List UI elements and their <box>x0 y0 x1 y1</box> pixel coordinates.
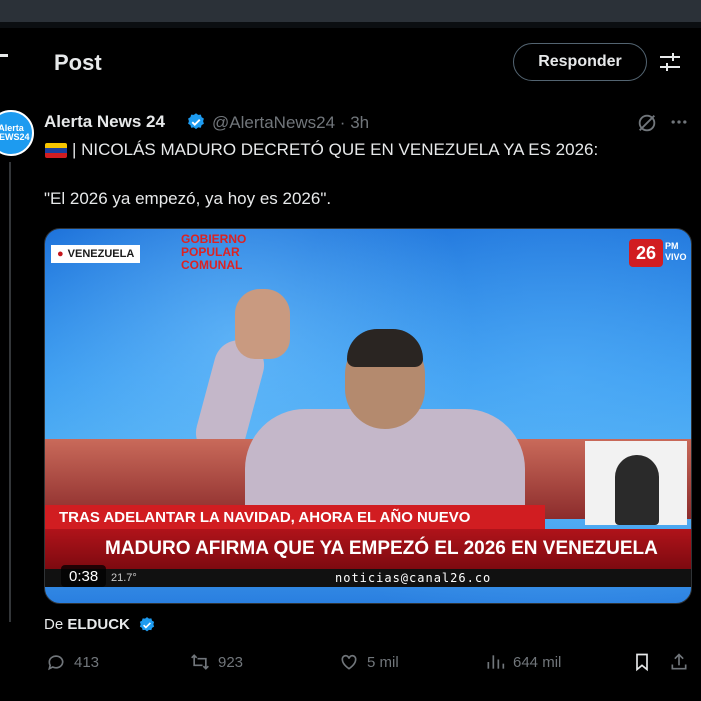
tweet-text-line-1: | NICOLÁS MADURO DECRETÓ QUE EN VENEZUEL… <box>72 140 599 159</box>
video-player[interactable]: ● VENEZUELA GOBIERNO POPULAR COMUNAL 26 … <box>44 228 692 604</box>
thread-line <box>9 162 11 622</box>
sign-interpreter-inset <box>585 441 687 525</box>
like-count: 5 mil <box>367 653 399 671</box>
repost-action[interactable]: 923 <box>190 652 243 672</box>
video-source[interactable]: De ELDUCK <box>44 616 130 633</box>
news-ticker: 21.7° noticias@canal26.co <box>45 569 691 587</box>
channel-logo: 26 PM VIVO <box>629 237 687 271</box>
grok-icon[interactable] <box>636 112 658 134</box>
views-count: 644 mil <box>513 653 562 671</box>
ticker-email: noticias@canal26.co <box>335 571 492 585</box>
tweet-text-line-2: "El 2026 ya empezó, ya hoy es 2026". <box>44 189 332 208</box>
browser-top-bar <box>0 0 701 22</box>
video-person-hand <box>235 289 290 359</box>
share-action[interactable] <box>669 652 689 672</box>
reply-button[interactable]: Responder <box>513 43 647 81</box>
post-header: Post Responder <box>0 28 701 100</box>
sliders-icon[interactable] <box>658 50 682 74</box>
location-label: VENEZUELA <box>67 248 135 260</box>
page-title: Post <box>54 50 102 75</box>
bookmark-action[interactable] <box>632 652 652 672</box>
verified-badge-icon <box>188 113 204 130</box>
reply-icon <box>48 655 64 671</box>
views-chart-icon <box>487 655 505 669</box>
source-verified-icon <box>139 617 155 632</box>
video-duration: 0:38 <box>61 565 107 587</box>
reply-count: 413 <box>74 653 100 671</box>
ticker-temperature: 21.7° <box>111 572 137 584</box>
repost-icon <box>191 654 209 670</box>
interpreter-figure <box>615 455 659 525</box>
bookmark-icon <box>636 653 648 672</box>
author-name[interactable]: Alerta News 24 <box>44 112 165 132</box>
heart-icon <box>341 654 357 670</box>
location-pin-icon: ● <box>57 248 64 260</box>
avatar[interactable]: Alerta NEWS24 <box>0 110 34 156</box>
video-person-hair <box>347 329 423 367</box>
location-badge: ● VENEZUELA <box>51 245 141 263</box>
author-handle[interactable]: @AlertaNews24 · 3h <box>212 113 369 133</box>
share-icon <box>671 653 687 670</box>
government-logo: GOBIERNO POPULAR COMUNAL <box>181 232 247 272</box>
venezuela-flag-icon <box>45 143 67 158</box>
reply-action[interactable]: 413 <box>46 652 99 672</box>
repost-count: 923 <box>218 653 244 671</box>
source-prefix: De <box>44 616 64 633</box>
channel-sub: PM VIVO <box>665 241 687 262</box>
lower-third-title: MADURO AFIRMA QUE YA EMPEZÓ EL 2026 EN V… <box>45 529 691 569</box>
channel-number: 26 <box>629 239 663 267</box>
back-arrow-icon[interactable] <box>0 54 8 57</box>
more-options-icon[interactable] <box>669 112 689 132</box>
like-action[interactable]: 5 mil <box>339 652 399 672</box>
lower-third-headline: TRAS ADELANTAR LA NAVIDAD, AHORA EL AÑO … <box>45 505 545 529</box>
source-name[interactable]: ELDUCK <box>67 616 130 633</box>
views-action[interactable]: 644 mil <box>485 652 561 672</box>
